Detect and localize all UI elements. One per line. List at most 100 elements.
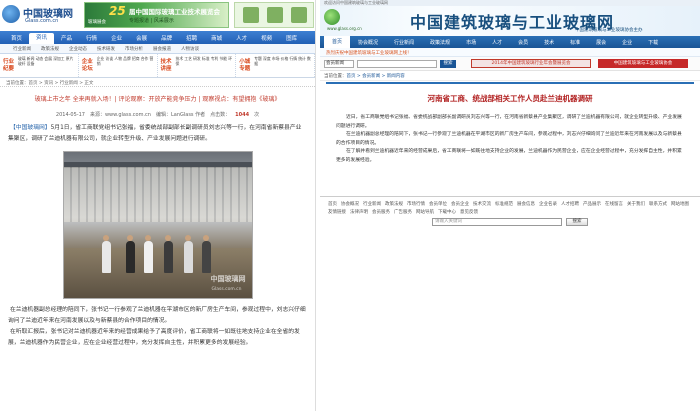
headline-links[interactable]: 玻璃上市之年 全来再就入场！| 评论观察：开放产能竞争压力 | 观察视点：有望拥… [0,87,315,109]
left-header: 中国玻璃网 Glass.com.cn 25 届中国国际玻璃工业技术展览会 专题报… [0,0,315,31]
breadcrumb-links[interactable]: 首页 > 会员新闻 > 新闻内容 [347,74,405,79]
bottom-search-button[interactable]: 搜索 [566,218,588,226]
hits-unit: 次 [254,112,260,118]
left-nav-item-3[interactable]: 行情 [79,34,104,42]
photo-person [101,241,111,273]
side-ad[interactable] [234,2,314,28]
category-links[interactable]: 玻璃 新闻 动态 会展 深加工 原片 玻纤 设备 [17,54,78,77]
footer-link-7[interactable]: 技术交流 [471,202,493,207]
bottom-search: 请输入关键词 搜索 [320,215,700,229]
left-subnav-item-0[interactable]: 行业新闻 [8,46,36,52]
left-nav-item-0[interactable]: 首页 [4,34,29,42]
banner-small: 玻璃展会 [88,20,106,25]
hits-count: 1044 [235,111,250,118]
footer-link-11[interactable]: 人才招聘 [559,202,581,207]
right-nav-item-1[interactable]: 协会概况 [350,39,386,46]
photo-watermark-url: Glass.com.cn [211,287,242,292]
right-nav-item-5[interactable]: 人才 [484,39,510,46]
left-nav-item-2[interactable]: 产品 [54,34,79,42]
left-nav-item-9[interactable]: 人才 [229,34,254,42]
footer-link-5[interactable]: 会员单位 [427,202,449,207]
right-nav-item-6[interactable]: 会员 [510,39,536,46]
banner-number: 25 [109,4,126,18]
category-block: 技术讲座 技术 工艺 研发 标准 专利 节能 环保 [158,54,237,77]
category-links[interactable]: 技术 工艺 研发 标准 专利 节能 环保 [175,54,236,77]
notice-text[interactable]: 热烈庆祝中国建筑玻璃与工业玻璃网上线！ [320,48,700,57]
category-tag[interactable]: 技术讲座 [158,54,175,77]
right-nav-item-8[interactable]: 标准 [562,39,588,46]
left-nav-item-8[interactable]: 商城 [204,34,229,42]
category-tag[interactable]: 企业论坛 [79,54,96,77]
category-tag[interactable]: 小城专题 [236,54,253,77]
right-nav-item-4[interactable]: 市场 [458,39,484,46]
left-subnav-item-1[interactable]: 政策法规 [36,46,64,52]
left-nav-item-11[interactable]: 图库 [279,34,304,42]
left-nav-item-5[interactable]: 会展 [129,34,154,42]
footer-link-13[interactable]: 在线留言 [603,202,625,207]
annual-meeting-banner[interactable]: 2014年中国建筑玻璃行业年会暨展览会 [471,59,591,68]
footer-link-2[interactable]: 行业新闻 [361,202,383,207]
search-category-select[interactable]: 会员新闻 [324,59,354,68]
category-tag[interactable]: 行业纪要 [0,54,17,77]
right-logo-url: www.glass.org.cn [327,26,362,31]
globe-icon [2,5,20,23]
footer-link-6[interactable]: 会员企业 [449,202,471,207]
footer-link-14[interactable]: 关于我们 [625,202,647,207]
hits-label: 点击数： [210,112,231,118]
breadcrumb-prefix: 当前位置： [324,74,347,79]
association-banner[interactable]: 中国建筑玻璃与工业玻璃协会 [598,59,688,68]
footer-link-1[interactable]: 协会概况 [339,202,361,207]
photo-person-head [184,235,191,241]
footer-link-8[interactable]: 标准规范 [493,202,515,207]
right-nav-item-7[interactable]: 技术 [536,39,562,46]
article-paragraph: 在听取汇报后，张书记对兰迪机器近年来的经营成果给予了高度评价，省工商联将一如既往… [8,329,300,346]
photo-person [183,241,193,273]
left-logo[interactable]: 中国玻璃网 Glass.com.cn [2,3,82,27]
footer-link-4[interactable]: 市场行情 [405,202,427,207]
photo-person-head [102,235,109,241]
article-paragraph: 在了解并看到兰迪机器近年来的经营成果后，省工商联将一如既往地支持企业的发展，兰迪… [336,149,682,163]
article-paragraph: 近日，省工商联党组书记张福、省委统战部副部长副调研员刘志兴等一行，在河南省新蔡县… [336,115,682,129]
right-nav-item-2[interactable]: 行业新闻 [386,39,422,46]
left-nav-item-1[interactable]: 资讯 [29,33,55,44]
search-button[interactable]: 搜索 [440,59,456,68]
left-subnav-item-5[interactable]: 展会报道 [148,46,176,52]
category-links[interactable]: 专题 深度 市场 价格 行情 统计 数据 [253,54,314,77]
right-logo[interactable]: www.glass.org.cn [324,9,376,31]
left-nav-item-10[interactable]: 视频 [254,34,279,42]
leaf-globe-icon [324,9,340,25]
right-nav-item-11[interactable]: 下载 [640,39,666,46]
left-nav-item-6[interactable]: 品牌 [154,34,179,42]
right-header: www.glass.org.cn 中国建筑玻璃与工业玻璃网 中国建筑玻璃与工业玻… [320,6,700,36]
footer-link-12[interactable]: 产品展示 [581,202,603,207]
paragraph-text: 5月1日，省工商联党组书记张福，省委统战部副部长副调研员刘志兴等一行，在河南省新… [8,125,302,142]
category-links[interactable]: 企业 访谈 人物 品牌 招商 合作 营销 [96,54,157,77]
footer-link-15[interactable]: 联系方式 [647,202,669,207]
left-nav-item-7[interactable]: 招聘 [179,34,204,42]
article-meta: 2014-05-17 来源：www.glass.com.cn 编辑：LanGla… [0,109,315,120]
left-subnav-item-2[interactable]: 企业动态 [64,46,92,52]
expo-banner[interactable]: 25 届中国国际玻璃工业技术展览会 专题报道 | 风采展示 玻璃展会 [84,2,229,28]
article-date: 2014-05-17 [55,111,85,118]
right-nav-item-10[interactable]: 企业 [614,39,640,46]
article-source-tag[interactable]: 【中国玻璃网】 [10,125,51,131]
footer-link-10[interactable]: 企业名录 [537,202,559,207]
breadcrumb: 当前位置：首页 > 会员新闻 > 新闻内容 [320,71,700,81]
divider [326,81,694,84]
right-nav-item-9[interactable]: 展会 [588,39,614,46]
bottom-search-input[interactable]: 请输入关键词 [432,218,562,226]
right-nav-item-0[interactable]: 首页 [324,36,351,48]
footer-link-3[interactable]: 政策法规 [383,202,405,207]
left-subnav-item-6[interactable]: 人物访谈 [176,46,204,52]
left-subnav-item-3[interactable]: 技术研发 [92,46,120,52]
footer-link-16[interactable]: 网站地图 [669,202,691,207]
headline-text[interactable]: 玻璃上市之年 全来再就入场！| 评论观察：开放产能竞争压力 | 观察视点：有望拥… [35,94,281,103]
photo-person-head [126,235,133,241]
left-nav-item-4[interactable]: 企业 [104,34,129,42]
photo-machines [63,167,252,222]
search-input[interactable] [357,59,437,68]
left-subnav-item-4[interactable]: 市场分析 [120,46,148,52]
right-nav-item-3[interactable]: 政策法规 [422,39,458,46]
footer-link-0[interactable]: 首页 [326,202,339,207]
footer-link-9[interactable]: 展会信息 [515,202,537,207]
